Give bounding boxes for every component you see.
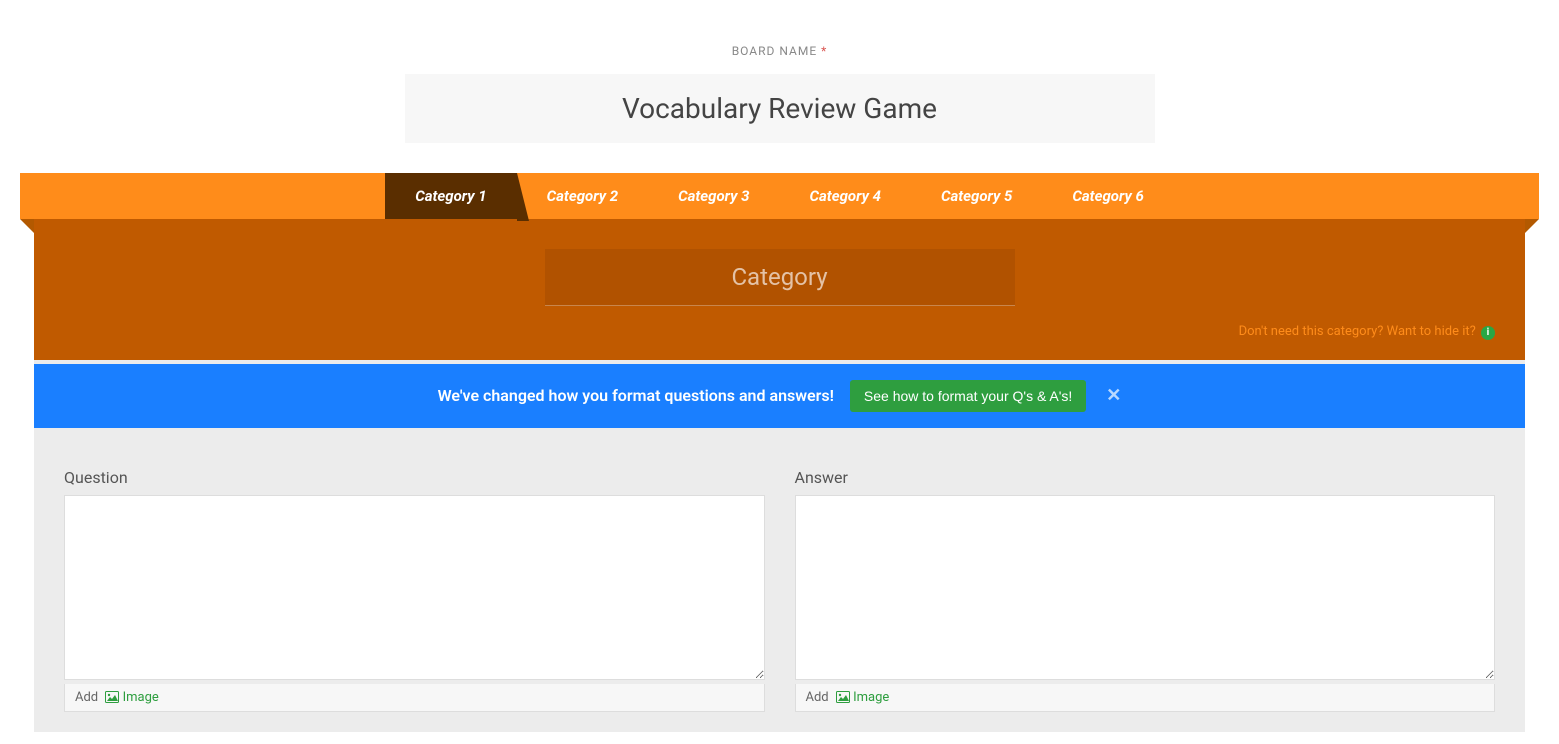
- tab-category-3[interactable]: Category 3: [648, 173, 779, 219]
- close-icon[interactable]: ✕: [1106, 385, 1121, 406]
- hide-category-link[interactable]: Don't need this category? Want to hide i…: [1239, 324, 1476, 339]
- tab-category-4[interactable]: Category 4: [780, 173, 911, 219]
- question-label: Question: [64, 468, 765, 487]
- image-icon: [105, 691, 119, 703]
- question-textarea[interactable]: [64, 495, 765, 680]
- category-panel: Don't need this category? Want to hide i…: [34, 219, 1525, 360]
- alert-text: We've changed how you format questions a…: [438, 386, 834, 405]
- category-tabs-bar: Category 1 Category 2 Category 3 Categor…: [20, 173, 1539, 219]
- tab-category-1[interactable]: Category 1: [385, 173, 516, 219]
- tab-category-6[interactable]: Category 6: [1042, 173, 1173, 219]
- add-label: Add: [75, 690, 98, 705]
- add-image-link-question[interactable]: Image: [105, 690, 158, 705]
- category-name-input[interactable]: [545, 249, 1015, 306]
- answer-label: Answer: [795, 468, 1496, 487]
- answer-footer: Add Image: [795, 684, 1496, 712]
- add-label: Add: [806, 690, 829, 705]
- format-help-button[interactable]: See how to format your Q's & A's!: [850, 380, 1086, 412]
- add-image-link-answer[interactable]: Image: [836, 690, 889, 705]
- board-name-input[interactable]: [405, 74, 1155, 143]
- board-name-label: BOARD NAME: [732, 44, 817, 58]
- tab-category-5[interactable]: Category 5: [911, 173, 1042, 219]
- tab-category-2[interactable]: Category 2: [517, 173, 648, 219]
- answer-textarea[interactable]: [795, 495, 1496, 680]
- question-footer: Add Image: [64, 684, 765, 712]
- image-icon: [836, 691, 850, 703]
- format-alert: We've changed how you format questions a…: [34, 364, 1525, 428]
- info-icon[interactable]: i: [1481, 326, 1495, 340]
- required-asterisk: *: [821, 44, 827, 58]
